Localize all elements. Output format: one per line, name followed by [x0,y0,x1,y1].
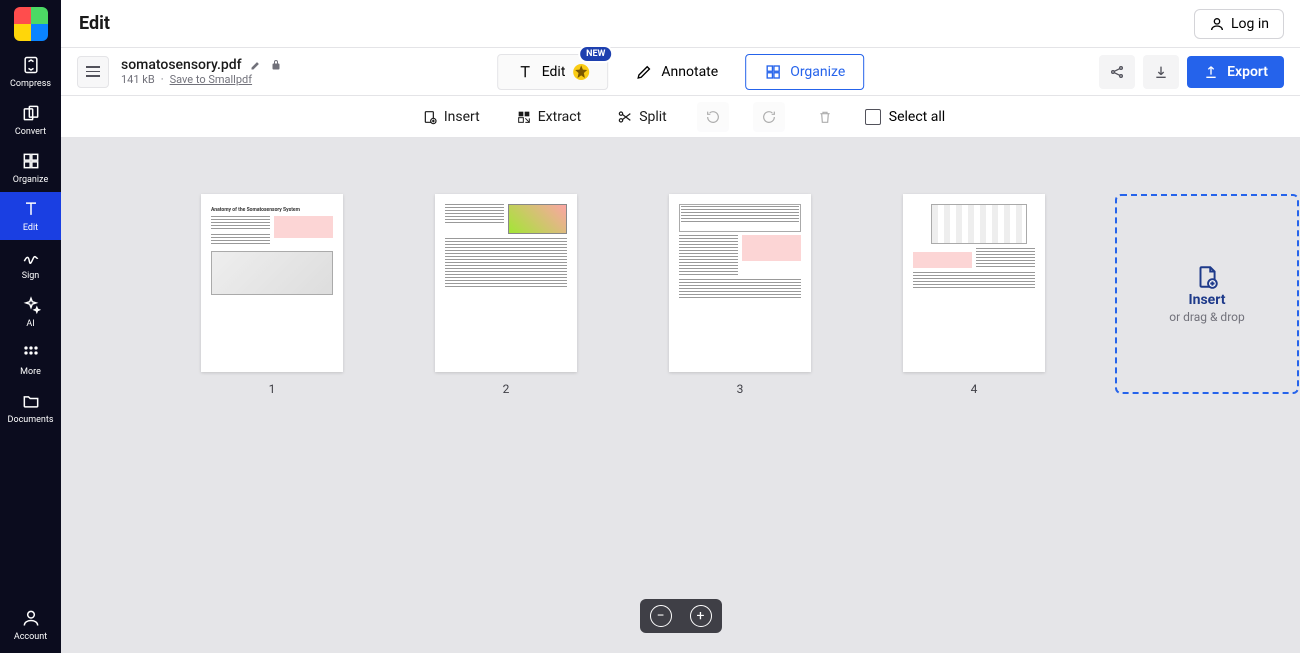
tool-label: Extract [538,109,581,125]
zoom-controls: − + [640,599,722,633]
organize-icon [21,151,41,171]
new-badge: NEW [578,45,613,63]
convert-icon [21,103,41,123]
mode-label: Edit [542,64,566,80]
insert-drop-target[interactable]: Insert or drag & drop [1115,194,1299,394]
download-button[interactable] [1143,55,1179,89]
sidebar-item-compress[interactable]: Compress [0,48,61,96]
upload-icon [1203,64,1219,80]
checkbox-icon [865,109,881,125]
sidebar-label: Documents [8,415,54,425]
mode-label: Organize [790,64,845,80]
file-header: somatosensory.pdf 141 kB · Save to Small… [61,48,1300,96]
page-number: 1 [269,382,276,396]
delete-button [809,102,841,132]
tool-label: Select all [889,109,945,125]
app-logo[interactable] [0,0,61,48]
sidebar-item-account[interactable]: Account [14,601,47,649]
page-number: 3 [737,382,744,396]
compress-icon [21,55,41,75]
insert-page-icon [422,109,438,125]
app-header: Edit Log in [61,0,1300,48]
doc-heading: Anatomy of the Somatosensory System [211,208,333,212]
mode-tab-annotate[interactable]: Annotate [616,54,737,90]
zoom-out-button[interactable]: − [650,605,672,627]
tool-label: Insert [444,109,480,125]
sidebar-item-sign[interactable]: Sign [0,240,61,288]
sidebar-item-more[interactable]: More [0,336,61,384]
pencil-icon[interactable] [250,59,262,71]
sidebar-item-organize[interactable]: Organize [0,144,61,192]
sidebar-item-ai[interactable]: AI [0,288,61,336]
sign-icon [21,247,41,267]
menu-button[interactable] [77,56,109,88]
organize-toolbar: Insert Extract Split Select all [61,96,1300,138]
select-all-checkbox[interactable]: Select all [865,109,945,125]
sidebar-item-edit[interactable]: Edit [0,192,61,240]
trash-icon [817,109,833,125]
extract-button[interactable]: Extract [510,105,587,129]
export-button[interactable]: Export [1187,56,1284,88]
page-thumbnail[interactable]: 4 [903,194,1045,396]
zoom-in-button[interactable]: + [690,605,712,627]
sidebar-item-documents[interactable]: Documents [0,384,61,432]
export-label: Export [1227,64,1268,80]
ai-sparkle-icon [21,295,41,315]
insert-label: Insert [1189,292,1226,308]
sidebar-label: Account [14,632,47,642]
file-size: 141 kB [121,73,155,86]
rotate-left-icon [705,109,721,125]
split-button[interactable]: Split [611,105,673,129]
folder-icon [21,391,41,411]
save-link[interactable]: Save to Smallpdf [170,73,252,86]
download-icon [1153,64,1169,80]
sidebar-label: Convert [15,127,46,137]
grid-icon [21,343,41,363]
text-icon [516,63,534,81]
mode-label: Annotate [661,64,718,80]
sidebar-label: AI [26,319,34,329]
pen-icon [635,63,653,81]
page-thumbnail[interactable]: 2 [435,194,577,396]
page-number: 2 [503,382,510,396]
login-label: Log in [1231,16,1269,32]
left-sidebar: Compress Convert Organize Edit Sign AI [0,0,61,653]
scissors-icon [617,109,633,125]
sidebar-label: Sign [22,271,40,281]
page-canvas: Anatomy of the Somatosensory System [61,138,1300,653]
sidebar-label: Edit [23,223,38,233]
user-icon [1209,16,1225,32]
tool-label: Split [639,109,667,125]
extract-icon [516,109,532,125]
page-thumbnail[interactable]: 3 [669,194,811,396]
insert-button[interactable]: Insert [416,105,486,129]
user-icon [21,608,41,628]
edit-text-icon [21,199,41,219]
sidebar-label: More [20,367,41,377]
rotate-left-button [697,102,729,132]
page-title: Edit [77,13,110,34]
sidebar-label: Organize [13,175,48,185]
rotate-right-icon [761,109,777,125]
insert-sublabel: or drag & drop [1169,310,1244,324]
share-button[interactable] [1099,55,1135,89]
organize-icon [764,63,782,81]
page-number: 4 [971,382,978,396]
sidebar-label: Compress [10,79,51,89]
mode-tab-organize[interactable]: Organize [745,54,864,90]
share-icon [1109,64,1125,80]
file-name: somatosensory.pdf [121,57,242,73]
insert-file-icon [1194,264,1220,290]
lock-icon[interactable] [270,59,282,71]
sidebar-item-convert[interactable]: Convert [0,96,61,144]
star-icon [573,64,589,80]
rotate-right-button [753,102,785,132]
page-thumbnail[interactable]: Anatomy of the Somatosensory System [201,194,343,396]
mode-tab-edit[interactable]: Edit NEW [497,54,609,90]
login-button[interactable]: Log in [1194,9,1284,39]
